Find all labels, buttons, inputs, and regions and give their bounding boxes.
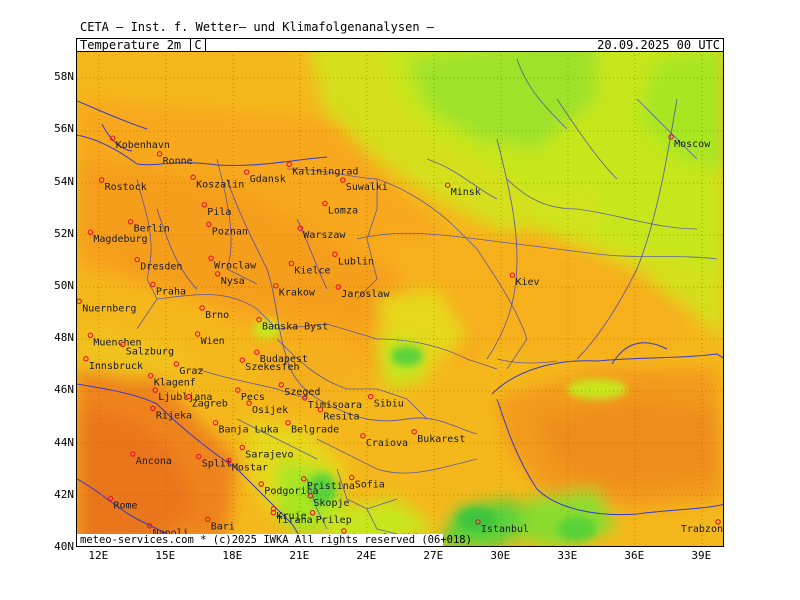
lon-tick-label: 33E xyxy=(557,549,578,562)
city-label: Moscow xyxy=(674,139,711,150)
city-label: Kiev xyxy=(516,277,540,288)
lat-tick-label: 50N xyxy=(54,278,74,292)
city-label: Kobenhavn xyxy=(116,140,170,151)
city-label: Lomza xyxy=(328,205,358,216)
lat-tick-label: 44N xyxy=(54,435,74,449)
unit-badge: C xyxy=(190,38,206,52)
city-label: Istanbul xyxy=(481,524,529,535)
lon-tick-label: 30E xyxy=(490,549,511,562)
city-label: Tirana xyxy=(277,515,313,526)
city-label: Rostock xyxy=(105,182,147,193)
city-label: Minsk xyxy=(451,187,481,198)
map-canvas: Kobenhavn Ronne Rostock Koszalin Gdansk Kalin… xyxy=(77,39,723,546)
lat-tick-label: 58N xyxy=(54,70,74,84)
city-label: Kielce xyxy=(294,266,330,277)
variable-label: Temperature_2m_ C xyxy=(80,38,206,52)
footer-credit: meteo-services.com * (c)2025 IWKA All ri… xyxy=(80,534,472,546)
city-label: Skopje xyxy=(313,498,349,509)
city-label: Pecs xyxy=(241,392,265,403)
city-label: Podgorica xyxy=(264,486,318,497)
lat-tick-label: 54N xyxy=(54,174,74,188)
city-label: Krakow xyxy=(279,288,316,299)
city-label: Banja Luka xyxy=(219,425,279,436)
city-label: Resita xyxy=(323,412,359,423)
lon-tick-label: 24E xyxy=(356,549,377,562)
city-label: Belgrade xyxy=(291,425,339,436)
city-label: Prilep xyxy=(316,515,352,526)
city-label: Ancona xyxy=(136,456,172,467)
city-label: Nuernberg xyxy=(82,303,136,314)
city-label: Timisoara xyxy=(308,400,362,411)
city-label: Bari xyxy=(211,521,235,532)
city-label: Kaliningrad xyxy=(292,166,358,177)
city-label: Sofia xyxy=(355,480,385,491)
valid-time: 20.09.2025 00 UTC xyxy=(597,38,720,52)
city-label: Klagenf xyxy=(154,378,196,389)
city-label: Magdeburg xyxy=(93,234,147,245)
city-label: Dresden xyxy=(140,262,182,273)
city-label: Gdansk xyxy=(250,174,286,185)
city-label: Graz xyxy=(179,366,203,377)
lat-tick-label: 42N xyxy=(54,487,74,501)
city-label: Banska Byst xyxy=(262,322,328,333)
city-label: Poznan xyxy=(212,226,248,237)
city-label: Berlin xyxy=(134,224,170,235)
city-label: Split xyxy=(202,459,232,470)
lon-tick-label: 18E xyxy=(222,549,243,562)
lat-tick-label: 56N xyxy=(54,122,74,136)
city-label: Innsbruck xyxy=(89,361,143,372)
lat-tick-label: 40N xyxy=(54,540,74,553)
city-label: Pila xyxy=(207,207,231,218)
city-label: Sarajevo xyxy=(245,450,293,461)
lat-tick-label: 48N xyxy=(54,331,74,345)
lon-tick-label: 39E xyxy=(691,549,712,562)
lon-tick-label: 12E xyxy=(88,549,109,562)
city-label: Craiova xyxy=(366,438,408,449)
city-label: Rome xyxy=(114,500,138,511)
city-label: Sibiu xyxy=(374,399,404,410)
city-label: Jaroslaw xyxy=(341,289,390,300)
city-label: Mostar xyxy=(232,463,268,474)
lon-tick-label: 27E xyxy=(423,549,444,562)
city-label: Trabzon xyxy=(681,524,723,535)
lon-tick-label: 36E xyxy=(624,549,645,562)
city-label: Praha xyxy=(156,286,186,297)
temperature-map: Kobenhavn Ronne Rostock Koszalin Gdansk Kalin… xyxy=(76,38,724,547)
city-label: Zagreb xyxy=(192,399,228,410)
lon-tick-label: 21E xyxy=(289,549,310,562)
city-label: Bukarest xyxy=(417,434,465,445)
header-title: CETA — Inst. f. Wetter— und Klimafolgena… xyxy=(80,20,435,34)
city-label: Brno xyxy=(205,310,229,321)
city-label: Salzburg xyxy=(126,346,174,357)
city-label: Warszaw xyxy=(303,230,346,241)
city-label: Suwalki xyxy=(346,182,388,193)
variable-name: Temperature_2m_ xyxy=(80,38,189,52)
city-label: Wien xyxy=(201,336,225,347)
city-label: Wroclaw xyxy=(214,260,257,271)
city-label: Nysa xyxy=(221,276,245,287)
city-label: Ronne xyxy=(163,156,193,167)
city-label: Osijek xyxy=(252,405,288,416)
city-label: Rijeka xyxy=(156,410,192,421)
lat-tick-label: 46N xyxy=(54,383,74,397)
city-label: Lublin xyxy=(338,256,374,267)
lon-tick-label: 15E xyxy=(155,549,176,562)
city-label: Szekesfeh xyxy=(245,362,299,373)
city-label: Koszalin xyxy=(196,179,244,190)
city-label: Szeged xyxy=(284,387,320,398)
lat-tick-label: 52N xyxy=(54,226,74,240)
